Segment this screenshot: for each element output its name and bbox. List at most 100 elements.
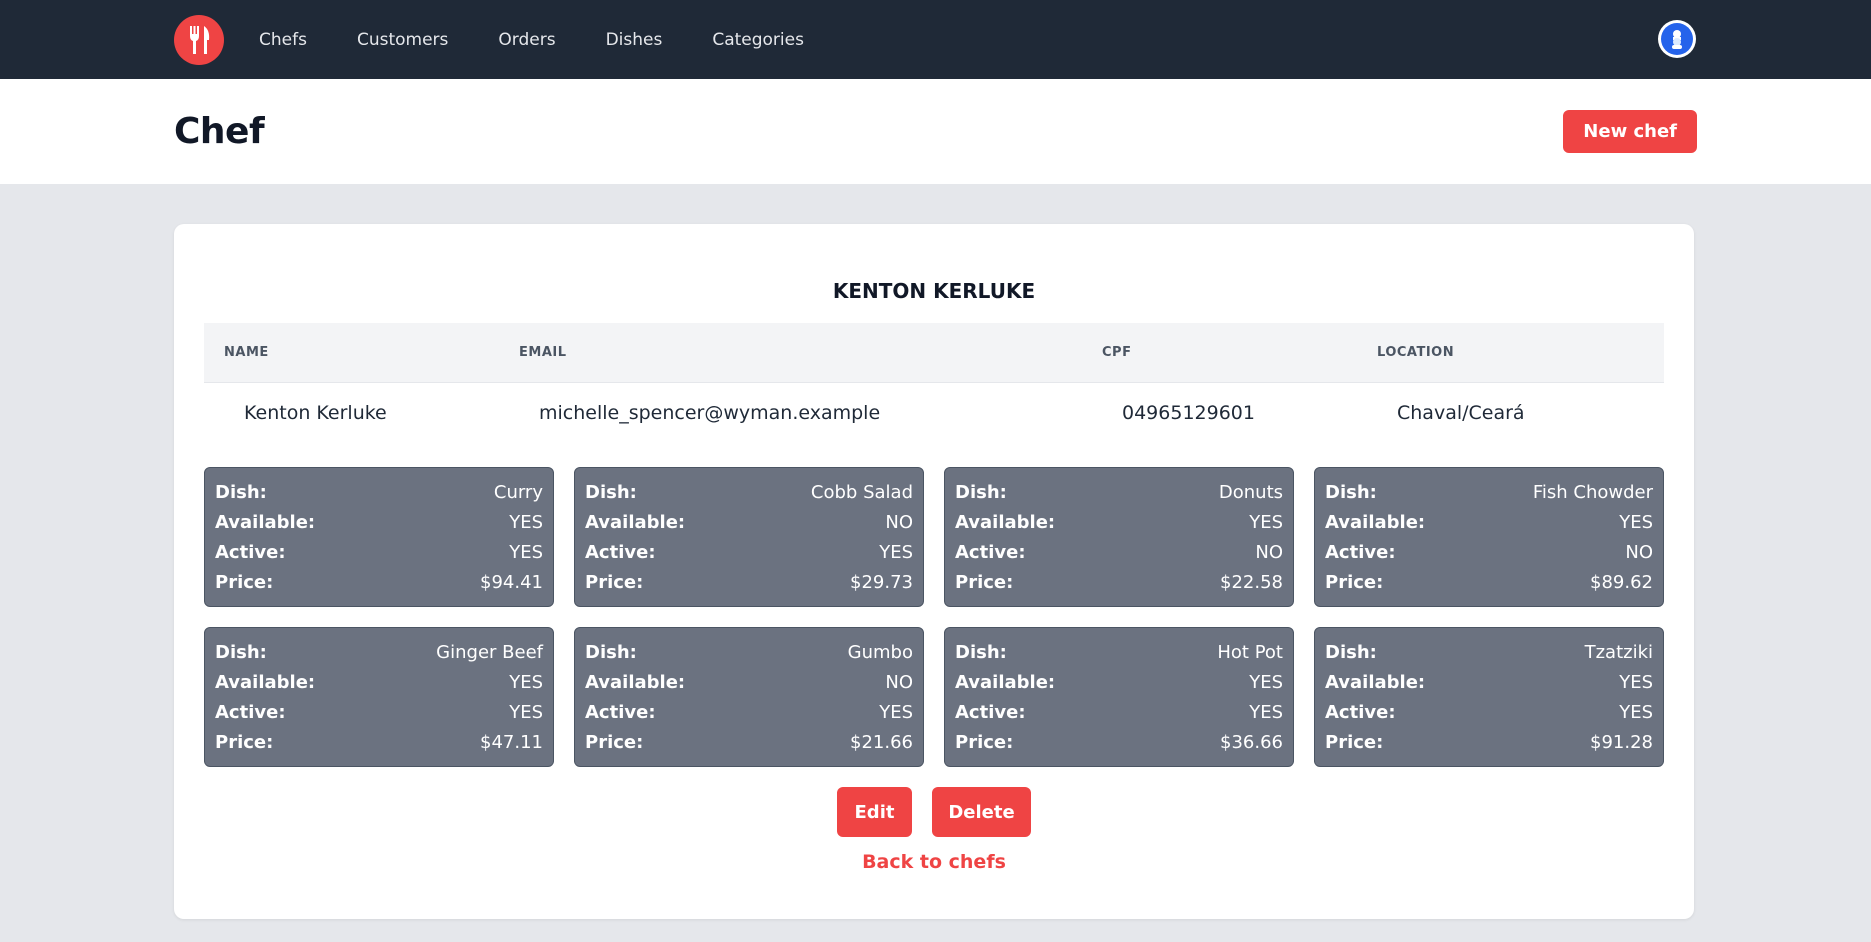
price-label: Price:: [215, 572, 274, 593]
active-label: Active:: [1325, 702, 1396, 723]
nav-link-categories[interactable]: Categories: [712, 30, 804, 50]
dish-price: $22.58: [1220, 572, 1283, 593]
dish-active: NO: [1255, 542, 1283, 563]
available-label: Available:: [955, 672, 1056, 693]
nav-link-chefs[interactable]: Chefs: [259, 30, 307, 50]
dish-available: NO: [885, 672, 913, 693]
dish-line: Active: YES: [585, 698, 913, 728]
dish-line: Dish: Fish Chowder: [1325, 478, 1653, 508]
new-chef-button[interactable]: New chef: [1563, 110, 1697, 153]
dish-active: YES: [879, 702, 913, 723]
dish-available: YES: [1619, 672, 1653, 693]
chef-actions: Edit Delete: [204, 787, 1664, 837]
dish-card: Dish: Curry Available: YES Active: YES Pric…: [204, 467, 554, 607]
page-title: Chef: [174, 111, 265, 152]
dish-line: Available: YES: [215, 508, 543, 538]
dish-price: $91.28: [1590, 732, 1653, 753]
available-label: Available:: [1325, 512, 1426, 533]
top-navbar: Chefs Customers Orders Dishes Categories: [0, 0, 1871, 79]
dish-line: Price: $89.62: [1325, 568, 1653, 598]
delete-button[interactable]: Delete: [932, 787, 1031, 837]
dish-line: Active: NO: [955, 538, 1283, 568]
price-label: Price:: [585, 572, 644, 593]
available-label: Available:: [585, 512, 686, 533]
avatar-inner: [1661, 23, 1693, 55]
dish-name: Gumbo: [847, 642, 913, 663]
dish-price: $36.66: [1220, 732, 1283, 753]
dish-line: Price: $22.58: [955, 568, 1283, 598]
dish-card: Dish: Tzatziki Available: YES Active: YES P…: [1314, 627, 1664, 767]
dish-name: Curry: [493, 482, 543, 503]
table-row: Kenton Kerluke michelle_spencer@wyman.ex…: [204, 383, 1664, 443]
dish-price: $89.62: [1590, 572, 1653, 593]
col-email-header: EMAIL: [519, 345, 567, 360]
cell-email: michelle_spencer@wyman.example: [539, 402, 881, 424]
dish-price: $21.66: [850, 732, 913, 753]
dish-card: Dish: Fish Chowder Available: YES Active: N…: [1314, 467, 1664, 607]
edit-button[interactable]: Edit: [837, 787, 912, 837]
user-avatar-icon[interactable]: [1658, 20, 1696, 58]
dish-line: Available: NO: [585, 508, 913, 538]
active-label: Active:: [215, 542, 286, 563]
available-label: Available:: [1325, 672, 1426, 693]
page-header: Chef New chef: [0, 79, 1871, 184]
dish-label: Dish:: [955, 642, 1007, 663]
back-to-chefs-link[interactable]: Back to chefs: [204, 851, 1664, 873]
dish-line: Dish: Donuts: [955, 478, 1283, 508]
dish-price: $47.11: [480, 732, 543, 753]
dish-line: Available: NO: [585, 668, 913, 698]
dish-line: Active: YES: [215, 538, 543, 568]
active-label: Active:: [215, 702, 286, 723]
dish-line: Available: YES: [215, 668, 543, 698]
dish-card: Dish: Donuts Available: YES Active: NO Pric…: [944, 467, 1294, 607]
dish-label: Dish:: [215, 482, 267, 503]
dish-line: Available: YES: [1325, 508, 1653, 538]
dish-line: Available: YES: [1325, 668, 1653, 698]
dish-name: Cobb Salad: [810, 482, 913, 503]
price-label: Price:: [585, 732, 644, 753]
available-label: Available:: [215, 512, 316, 533]
dish-available: YES: [1619, 512, 1653, 533]
nav-link-dishes[interactable]: Dishes: [606, 30, 663, 50]
dish-name: Ginger Beef: [436, 642, 543, 663]
dish-line: Dish: Tzatziki: [1325, 638, 1653, 668]
dish-available: NO: [885, 512, 913, 533]
dish-label: Dish:: [585, 642, 637, 663]
dish-line: Active: YES: [955, 698, 1283, 728]
dish-name: Hot Pot: [1217, 642, 1283, 663]
col-cpf-header: CPF: [1102, 345, 1132, 360]
dish-available: YES: [1249, 672, 1283, 693]
dish-line: Active: YES: [585, 538, 913, 568]
dish-name: Tzatziki: [1584, 642, 1653, 663]
dish-line: Available: YES: [955, 508, 1283, 538]
dish-line: Dish: Ginger Beef: [215, 638, 543, 668]
dish-line: Dish: Gumbo: [585, 638, 913, 668]
dish-name: Fish Chowder: [1532, 482, 1653, 503]
available-label: Available:: [585, 672, 686, 693]
dish-available: YES: [509, 512, 543, 533]
dish-label: Dish:: [1325, 482, 1377, 503]
dish-price: $29.73: [850, 572, 913, 593]
dish-card: Dish: Hot Pot Available: YES Active: YES Pr…: [944, 627, 1294, 767]
dish-line: Active: YES: [1325, 698, 1653, 728]
nav-link-orders[interactable]: Orders: [498, 30, 555, 50]
dish-active: YES: [1249, 702, 1283, 723]
nav-links: Chefs Customers Orders Dishes Categories: [259, 30, 854, 50]
dish-line: Dish: Hot Pot: [955, 638, 1283, 668]
dish-name: Donuts: [1218, 482, 1283, 503]
dish-line: Dish: Curry: [215, 478, 543, 508]
dish-card: Dish: Cobb Salad Available: NO Active: YES …: [574, 467, 924, 607]
nav-link-customers[interactable]: Customers: [357, 30, 448, 50]
dish-line: Price: $47.11: [215, 728, 543, 758]
price-label: Price:: [1325, 732, 1384, 753]
dish-label: Dish:: [585, 482, 637, 503]
fork-knife-icon[interactable]: [174, 14, 224, 65]
active-label: Active:: [585, 542, 656, 563]
dish-line: Price: $29.73: [585, 568, 913, 598]
dish-active: YES: [879, 542, 913, 563]
available-label: Available:: [215, 672, 316, 693]
col-location-header: LOCATION: [1377, 345, 1455, 360]
dish-line: Active: YES: [215, 698, 543, 728]
cell-cpf: 04965129601: [1122, 402, 1255, 424]
active-label: Active:: [1325, 542, 1396, 563]
